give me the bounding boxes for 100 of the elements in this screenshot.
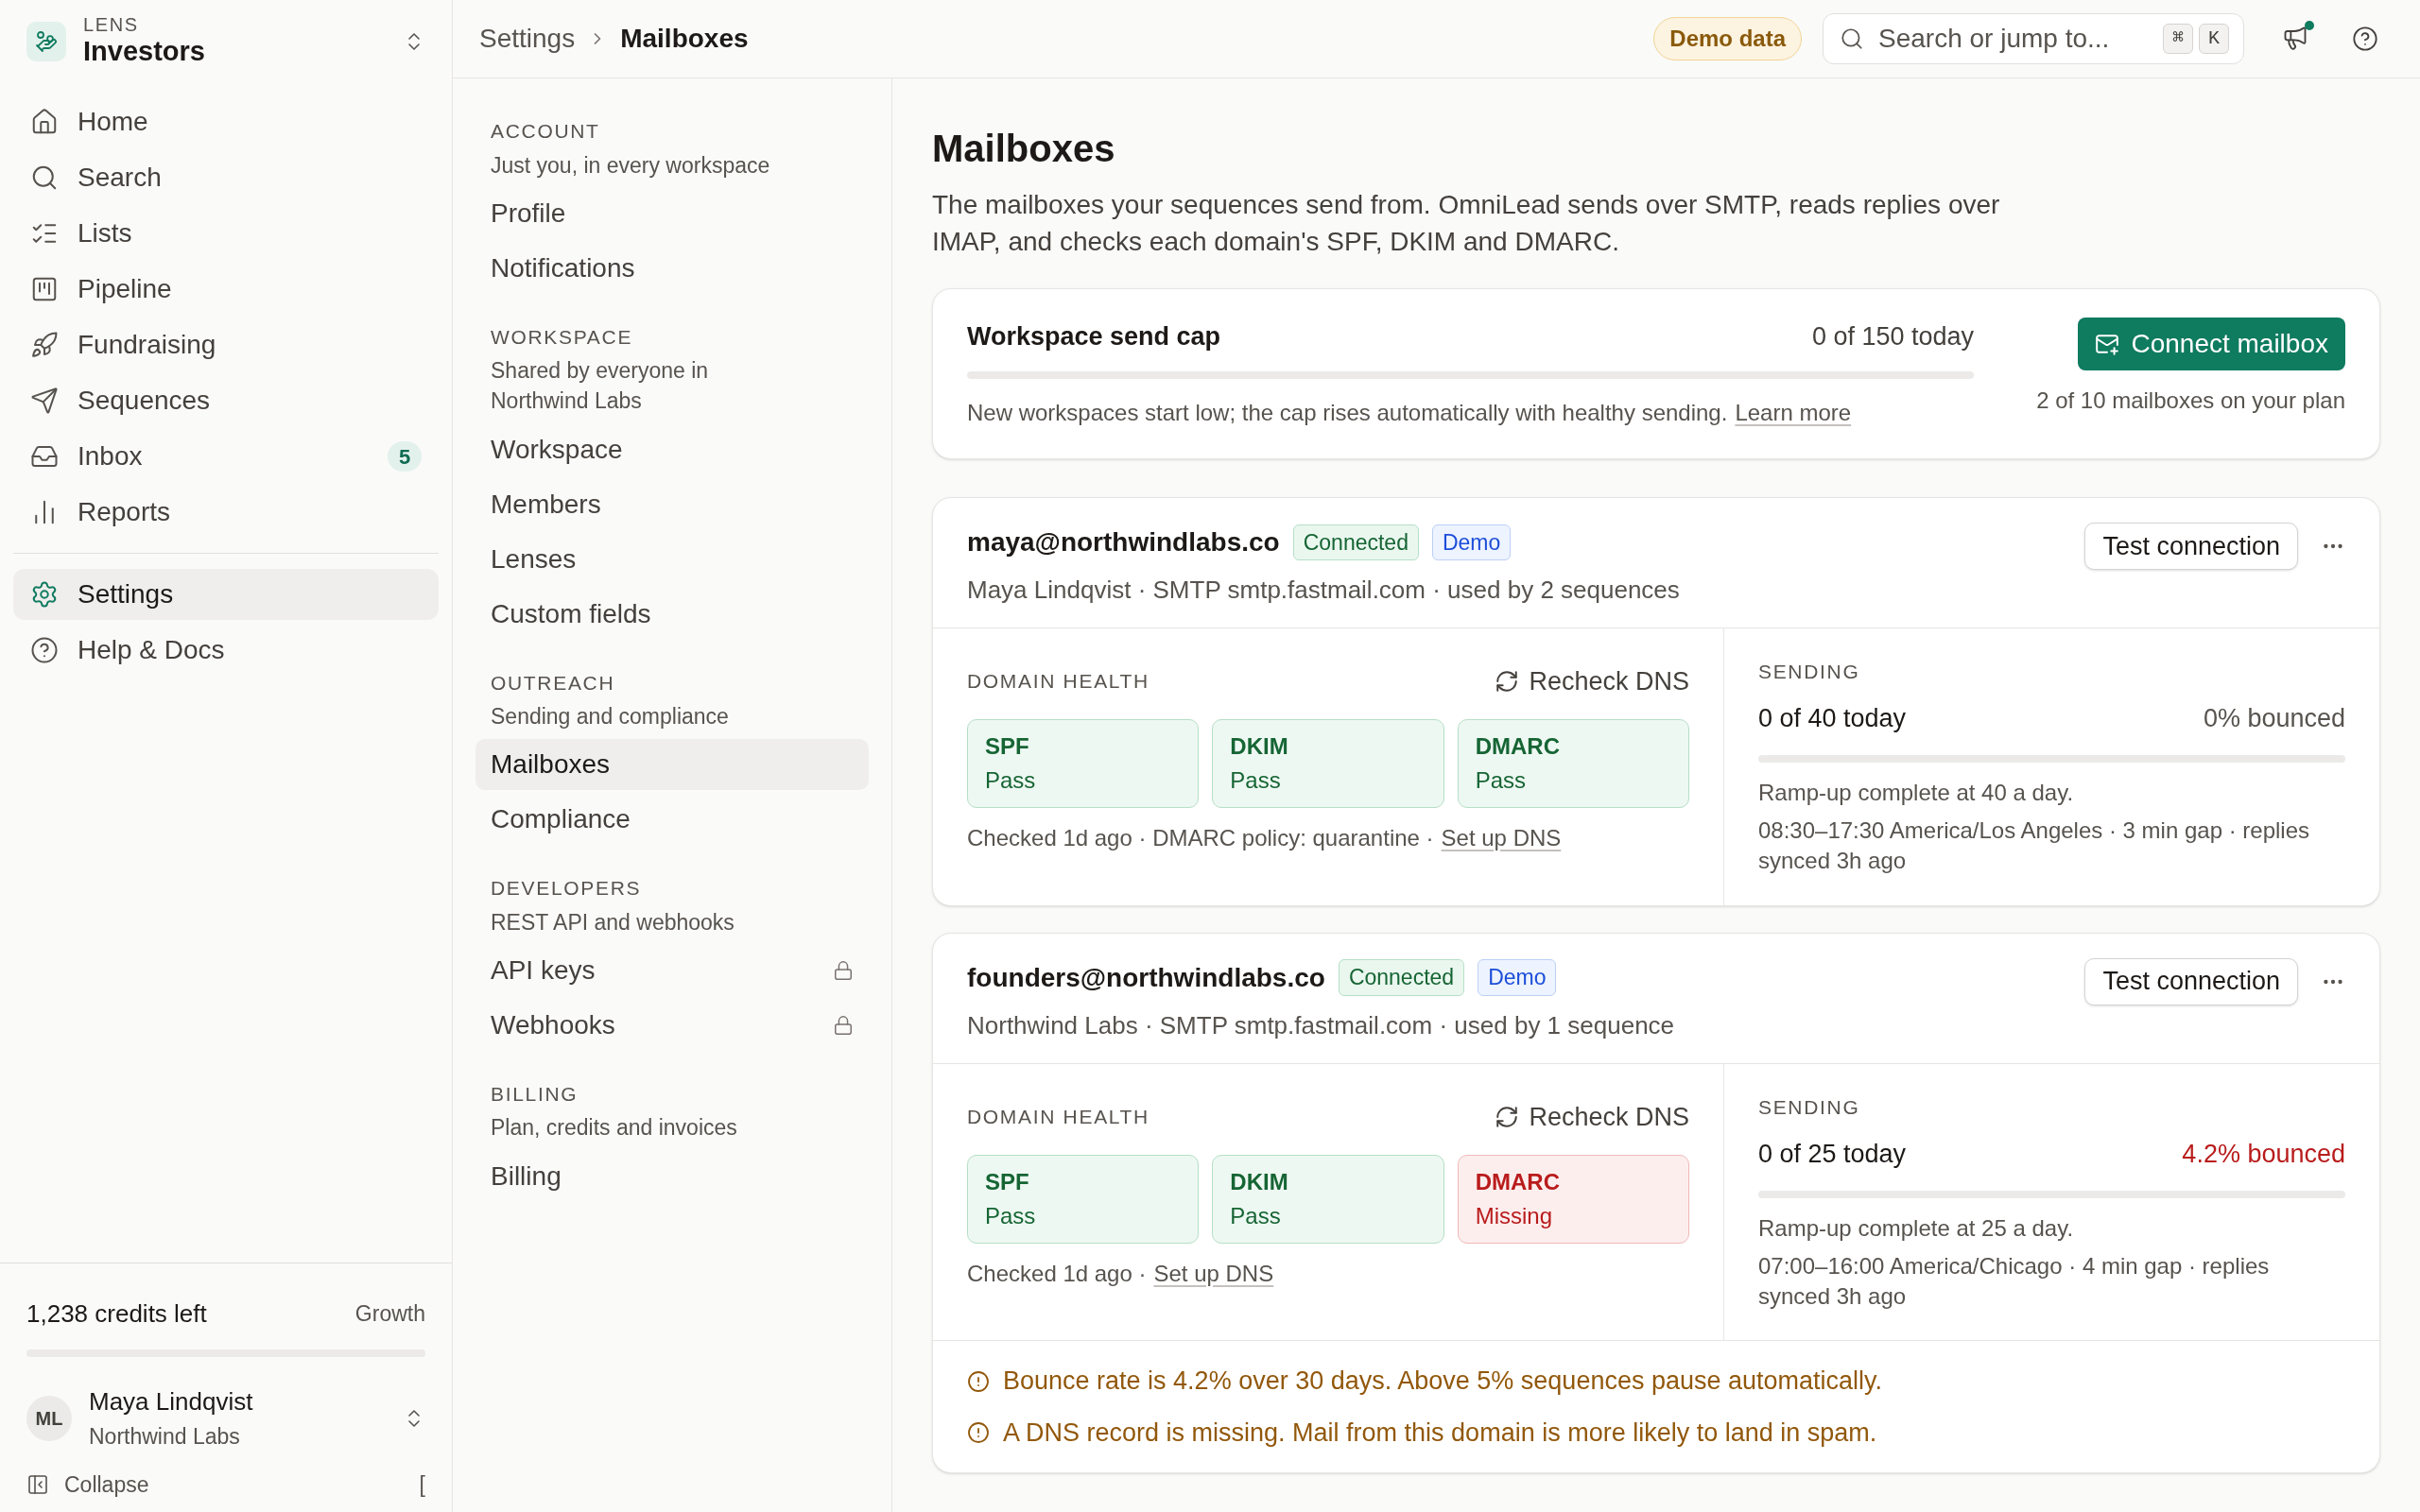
mail-plus-icon (2095, 332, 2120, 357)
count-badge: 5 (388, 441, 422, 472)
help-icon[interactable] (2352, 26, 2378, 52)
mailbox-details: Maya Lindqvist · SMTP smtp.fastmail.com · used by 2 sequences (967, 574, 1681, 606)
lens-label: LENS (83, 15, 140, 34)
nav-item[interactable]: Sequences (13, 375, 439, 427)
mailbox-email: maya@northwindlabs.co (967, 525, 1280, 558)
warning-message: A DNS record is missing. Mail from this domain is more likely to land in spam. (1003, 1417, 1877, 1449)
settings-nav-item[interactable]: Compliance (475, 794, 869, 846)
warning-icon (967, 1421, 990, 1445)
nav-item[interactable]: Search (13, 152, 439, 204)
test-connection-button[interactable]: Test connection (2084, 522, 2298, 570)
warning-message: Bounce rate is 4.2% over 30 days. Above 5% sequences pause automatically. (1003, 1366, 1883, 1398)
section-subtitle: Just you, in every workspace (490, 151, 771, 180)
demo-data-badge: Demo data (1653, 17, 1802, 60)
set-up-dns-link[interactable]: Set up DNS (1441, 821, 1562, 856)
breadcrumb-item[interactable]: Settings (479, 19, 576, 59)
settings-nav-item[interactable]: Lenses (475, 533, 869, 585)
section-subtitle: Shared by everyone in Northwind Labs (490, 357, 710, 416)
user-avatar: ML (26, 1395, 72, 1441)
section-label: SENDING (1758, 660, 1860, 682)
nav-item[interactable]: Settings (13, 569, 439, 621)
schedule-note: 07:00–16:00 America/Chicago · 4 min gap · replies synced 3h ago (1758, 1251, 2271, 1312)
dns-check-tile: DMARC Missing (1457, 1155, 1689, 1245)
refresh-icon (1495, 669, 1520, 695)
user-name: Maya Lindqvist (89, 1386, 254, 1418)
recheck-dns-button[interactable]: Recheck DNS (1495, 1097, 1689, 1137)
status-badge: Connected (1338, 959, 1465, 996)
bounce-rate: 0% bounced (2203, 703, 2345, 735)
user-org: Northwind Labs (89, 1423, 241, 1451)
status-badge: Connected (1292, 524, 1419, 561)
section-heading: WORKSPACE (490, 324, 634, 350)
settings-nav-item[interactable]: Webhooks (475, 999, 869, 1051)
settings-nav-item[interactable]: API keys (475, 944, 869, 996)
plan-name: Growth (354, 1300, 425, 1329)
workspace-name: Investors (83, 35, 206, 68)
dns-check-tile: DKIM Pass (1212, 719, 1444, 809)
paper-plane-icon (30, 387, 59, 416)
dns-check-tile: SPF Pass (967, 719, 1200, 809)
shortcut-key: K (2199, 24, 2229, 54)
collapse-icon[interactable] (26, 1472, 49, 1496)
learn-more-link[interactable]: Learn more (1735, 395, 1852, 430)
collapse-label[interactable]: Collapse (64, 1468, 405, 1501)
card-title: Workspace send cap (967, 321, 1221, 353)
help-icon (30, 636, 59, 665)
search-icon (1840, 26, 1864, 51)
section-subtitle: Sending and compliance (490, 703, 730, 731)
page-description: The mailboxes your sequences send from. OmniLead sends over SMTP, reads replies over IMAP, and checks each domain's SPF, DKIM and DMARC. (932, 189, 2001, 259)
recheck-dns-button[interactable]: Recheck DNS (1495, 662, 1689, 701)
shortcut-key: ⌘ (2163, 24, 2193, 54)
checked-note: Checked 1d ago · DMARC policy: quarantine · (967, 824, 1434, 853)
bounce-rate: 4.2% bounced (2182, 1139, 2345, 1171)
nav-item[interactable]: Pipeline (13, 264, 439, 316)
status-badge: Demo (1431, 524, 1512, 561)
send-cap-reading: 0 of 150 today (1812, 321, 1975, 353)
section-label: DOMAIN HEALTH (967, 1105, 1150, 1130)
settings-nav-item[interactable]: Profile (475, 187, 869, 239)
status-badge: Demo (1478, 959, 1557, 996)
nav-item[interactable]: Fundraising (13, 319, 439, 371)
schedule-note: 08:30–17:30 America/Los Angeles · 3 min gap · replies synced 3h ago (1758, 816, 2311, 876)
nav-item[interactable]: Lists (13, 208, 439, 260)
credits-left: 1,238 credits left (26, 1298, 207, 1330)
settings-nav-item[interactable]: Members (475, 478, 869, 530)
nav-item[interactable]: Inbox 5 (13, 431, 439, 483)
section-heading: ACCOUNT (490, 119, 601, 144)
settings-nav-item[interactable]: Billing (475, 1150, 869, 1202)
dns-check-tile: DMARC Pass (1457, 719, 1689, 809)
settings-icon (30, 580, 59, 610)
sent-count: 0 of 40 today (1758, 703, 1907, 735)
nav-item[interactable]: Home (13, 96, 439, 148)
section-heading: BILLING (490, 1081, 579, 1107)
checked-note: Checked 1d ago · (967, 1260, 1147, 1289)
section-label: SENDING (1758, 1095, 1860, 1118)
mailbox-email: founders@northwindlabs.co (967, 961, 1325, 994)
section-heading: DEVELOPERS (490, 876, 643, 902)
settings-nav-item[interactable]: Notifications (475, 242, 869, 294)
settings-nav-item[interactable]: Mailboxes (475, 739, 869, 791)
settings-nav-item[interactable]: Custom fields (475, 588, 869, 640)
breadcrumb-item: Mailboxes (620, 23, 749, 55)
dns-check-tile: SPF Pass (967, 1155, 1200, 1245)
settings-nav-item[interactable]: Workspace (475, 423, 869, 475)
sent-count: 0 of 25 today (1758, 1139, 1907, 1171)
section-heading: OUTREACH (490, 670, 616, 696)
rocket-icon (30, 331, 59, 360)
set-up-dns-link[interactable]: Set up DNS (1153, 1257, 1274, 1292)
nav-item[interactable]: Reports (13, 487, 439, 539)
shortcut-hint: [ (419, 1470, 425, 1499)
hand-coins-icon (35, 30, 58, 54)
nav-item[interactable]: Help & Docs (13, 625, 439, 677)
section-label: DOMAIN HEALTH (967, 669, 1150, 695)
plan-usage: 2 of 10 mailboxes on your plan (2036, 387, 2345, 416)
mailbox-details: Northwind Labs · SMTP smtp.fastmail.com · used by 1 sequence (967, 1009, 1676, 1041)
connect-mailbox-button[interactable]: Connect mailbox (2078, 318, 2345, 371)
dns-check-tile: DKIM Pass (1212, 1155, 1444, 1245)
refresh-icon (1495, 1104, 1520, 1129)
page-title: Mailboxes (932, 127, 1116, 171)
test-connection-button[interactable]: Test connection (2084, 957, 2298, 1005)
send-cap-note: New workspaces start low; the cap rises automatically with healthy sending. (967, 398, 1728, 427)
ramp-note: Ramp-up complete at 25 a day. (1758, 1213, 2075, 1243)
ramp-note: Ramp-up complete at 40 a day. (1758, 778, 2075, 807)
